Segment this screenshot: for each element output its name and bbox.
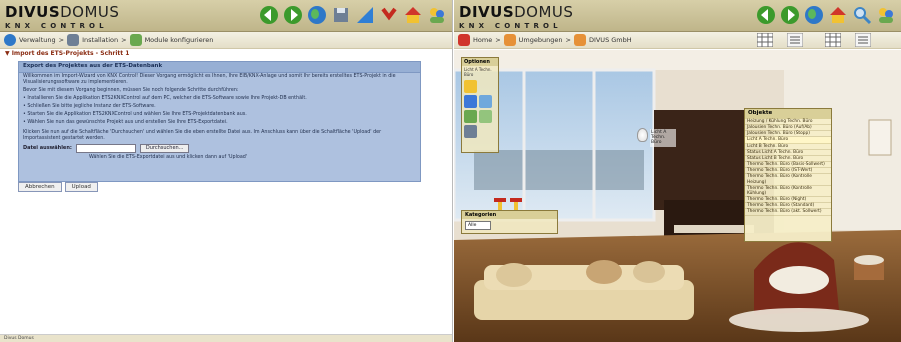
- upload-hint: Wählen Sie die ETS-Exportdatei aus und k…: [89, 154, 248, 160]
- left-header: DIVUSDOMUS KNX CONTROL: [0, 0, 452, 32]
- before-text: Bevor Sie mit diesem Vorgang beginnen, m…: [23, 87, 239, 93]
- instruction-text: Klicken Sie nun auf die Schaltfläche 'Du…: [23, 129, 382, 141]
- font-icon[interactable]: [479, 95, 492, 108]
- breadcrumb-umgebungen[interactable]: Umgebungen: [519, 36, 563, 44]
- left-window: DIVUSDOMUS KNX CONTROL Verwaltung > Inst…: [0, 0, 453, 342]
- settings-icon[interactable]: [464, 110, 477, 123]
- cancel-button[interactable]: Abbrechen: [18, 182, 62, 192]
- left-toolbar-icons: [258, 4, 448, 26]
- light-bulb-icon[interactable]: [637, 128, 648, 142]
- arrange-icon[interactable]: [855, 33, 871, 47]
- objects-title: Objekte: [745, 109, 831, 119]
- room-background: Licht A Techn. Büro: [454, 50, 901, 342]
- globe-icon: [4, 34, 16, 46]
- save-icon[interactable]: [330, 4, 352, 26]
- breadcrumb-installation[interactable]: Installation: [82, 36, 118, 44]
- folder-icon: [573, 34, 586, 46]
- objects-panel: Objekte Heizung / Kühlung Techn. Büro Jal…: [744, 108, 832, 242]
- step-item: • Wählen Sie nun das gewünschte Projekt …: [23, 119, 228, 125]
- home-icon: [458, 34, 470, 46]
- breadcrumb-divus[interactable]: DIVUS GmbH: [589, 36, 632, 44]
- object-item[interactable]: Thermo Techn. Büro (akt. Sollwert): [745, 209, 831, 216]
- users-icon[interactable]: [426, 4, 448, 26]
- link-icon[interactable]: [479, 110, 492, 123]
- right-window: DIVUSDOMUS KNX CONTROL Home > Umgebungen…: [454, 0, 901, 342]
- options-panel: Optionen Licht A Techn. Büro: [461, 57, 499, 153]
- categories-title: Kategorien: [462, 211, 557, 219]
- font-icon[interactable]: [464, 95, 477, 108]
- home-icon[interactable]: [402, 4, 424, 26]
- home-icon[interactable]: [827, 4, 849, 26]
- step-item: • Starten Sie die Applikation ETS2KNXCon…: [23, 111, 247, 117]
- breadcrumb-verwaltung[interactable]: Verwaltung: [19, 36, 56, 44]
- grid-view-icon[interactable]: [757, 33, 773, 47]
- right-toolbar-icons: [755, 4, 897, 26]
- divus-logo: DIVUSDOMUS KNX CONTROL: [5, 3, 120, 30]
- step-item: • Schließen Sie bitte jegliche Instanz d…: [23, 103, 156, 109]
- arrange-icon[interactable]: [787, 33, 803, 47]
- action-buttons: Abbrechen Upload: [18, 182, 98, 192]
- folder-icon: [503, 34, 516, 46]
- left-breadcrumb: Verwaltung > Installation > Module konfi…: [0, 32, 452, 49]
- modules-icon: [129, 34, 142, 46]
- grid-view-icon[interactable]: [825, 33, 841, 47]
- divus-logo: DIVUSDOMUS KNX CONTROL: [459, 3, 574, 30]
- text-icon[interactable]: [464, 80, 477, 93]
- forward-arrow-icon[interactable]: [779, 4, 801, 26]
- import-panel: Export des Projektes aus der ETS-Datenba…: [18, 61, 421, 182]
- globe-icon[interactable]: [306, 4, 328, 26]
- save-icon[interactable]: [464, 125, 477, 138]
- globe-icon[interactable]: [803, 4, 825, 26]
- back-arrow-icon[interactable]: [258, 4, 280, 26]
- browse-button[interactable]: Durchsuchen...: [139, 143, 190, 153]
- breadcrumb-home[interactable]: Home: [473, 36, 492, 44]
- magnet-icon[interactable]: [378, 4, 400, 26]
- back-arrow-icon[interactable]: [755, 4, 777, 26]
- search-icon[interactable]: [851, 4, 873, 26]
- object-item[interactable]: Thermo Techn. Büro (Kontrolle Kühlung): [745, 186, 831, 198]
- light-label: Licht A Techn. Büro: [650, 129, 676, 147]
- right-header: DIVUSDOMUS KNX CONTROL: [454, 0, 901, 32]
- ruler-icon[interactable]: [354, 4, 376, 26]
- file-row: Datei auswählen: Durchsuchen...: [19, 143, 420, 154]
- section-title: ▼ Import des ETS-Projekts - Schritt 1: [5, 50, 130, 57]
- panel-header: Export des Projektes aus der ETS-Datenba…: [19, 62, 420, 73]
- options-grid: [462, 78, 498, 140]
- intro-text: Willkommen im Import-Wizard von KNX Cont…: [23, 74, 396, 85]
- upload-button[interactable]: Upload: [64, 182, 98, 192]
- users-icon[interactable]: [875, 4, 897, 26]
- categories-panel: Kategorien Alle: [461, 210, 558, 234]
- footer: Divus Domus: [0, 334, 452, 342]
- options-title: Optionen: [462, 58, 498, 66]
- categories-select[interactable]: Alle: [465, 221, 491, 230]
- blank-icon: [479, 80, 492, 93]
- save-icon: [67, 34, 80, 46]
- breadcrumb-module[interactable]: Module konfigurieren: [145, 36, 214, 44]
- file-label: Datei auswählen:: [23, 145, 72, 152]
- forward-arrow-icon[interactable]: [282, 4, 304, 26]
- step-item: • Installieren Sie die Applikation ETS2K…: [23, 95, 307, 101]
- options-subtitle: Licht A Techn. Büro: [464, 67, 492, 77]
- object-item[interactable]: Thermo Techn. Büro (Kontrolle Heizung): [745, 174, 831, 186]
- file-input[interactable]: [75, 143, 136, 153]
